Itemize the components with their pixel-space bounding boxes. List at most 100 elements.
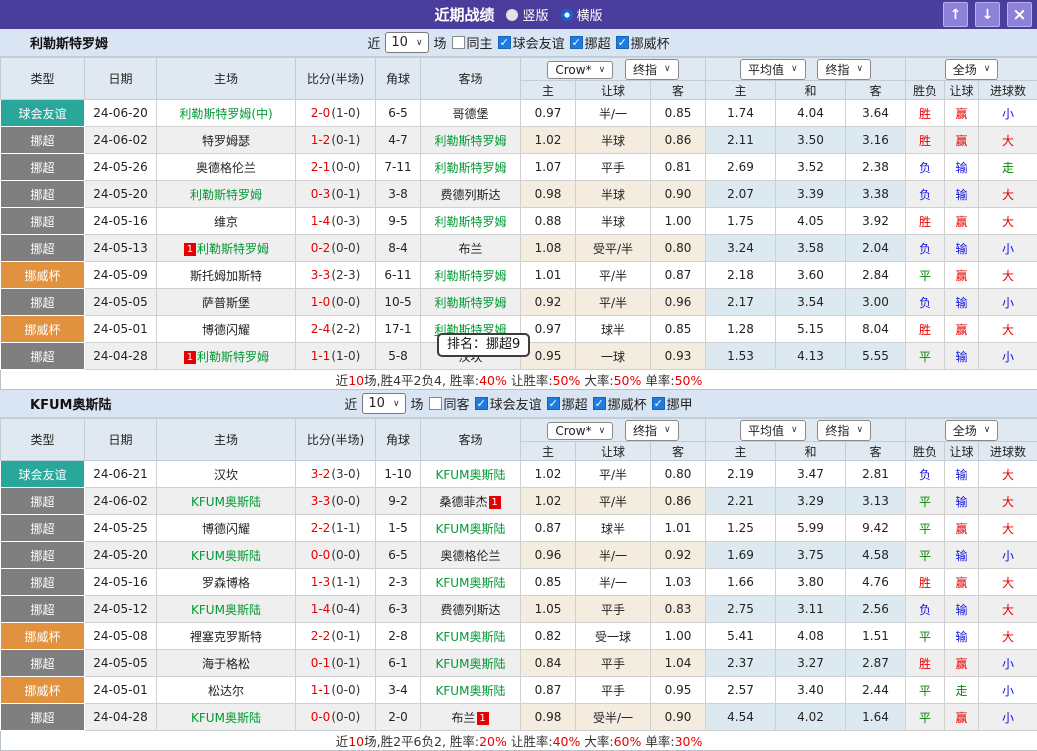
match-date-cell: 24-05-05 xyxy=(85,650,157,677)
halftime-score: (3-0) xyxy=(331,467,360,481)
result-handicap: 赢 xyxy=(945,208,979,235)
avg-away-odds: 2.38 xyxy=(846,154,906,181)
away-team-name[interactable]: 费德列斯达 xyxy=(440,603,500,617)
home-team-name[interactable]: KFUM奥斯陆 xyxy=(191,603,261,617)
move-up-button[interactable]: ↑ xyxy=(943,2,968,27)
away-team-name[interactable]: KFUM奥斯陆 xyxy=(436,576,506,590)
home-team-name[interactable]: 汉坎 xyxy=(214,468,238,482)
match-type-cell: 挪超 xyxy=(1,542,85,569)
recent-count-select[interactable]: 10∨ xyxy=(385,32,428,53)
away-team-cell: 利勒斯特罗姆 xyxy=(421,127,521,154)
home-team-name[interactable]: 博德闪耀 xyxy=(202,522,250,536)
away-team-name[interactable]: KFUM奥斯陆 xyxy=(436,684,506,698)
result-wdl: 负 xyxy=(906,235,945,262)
handicap-line: 受一球 xyxy=(576,623,651,650)
home-team-name[interactable]: 萨普斯堡 xyxy=(202,296,250,310)
avg-draw-odds: 3.75 xyxy=(776,542,846,569)
away-team-name[interactable]: KFUM奥斯陆 xyxy=(436,522,506,536)
result-goals: 小 xyxy=(979,289,1037,316)
bookmaker-dropdown[interactable]: Crow*∨ xyxy=(547,61,613,79)
away-team-name[interactable]: 奥德格伦兰 xyxy=(440,549,500,563)
odds-stage-dropdown[interactable]: 终指∨ xyxy=(625,59,679,80)
layout-option-vertical[interactable]: 竖版 xyxy=(506,5,548,24)
home-team-name[interactable]: 海于格松 xyxy=(202,657,250,671)
home-team-name[interactable]: KFUM奥斯陆 xyxy=(191,495,261,509)
avg-draw-odds: 3.60 xyxy=(776,262,846,289)
average-dropdown[interactable]: 平均值∨ xyxy=(740,59,806,80)
scope-dropdown[interactable]: 全场∨ xyxy=(945,59,999,80)
home-team-name[interactable]: 利勒斯特罗姆 xyxy=(190,188,262,202)
title-bar: 近期战绩 竖版 横版 ↑ ↓ × xyxy=(0,0,1037,29)
match-type-cell: 挪超 xyxy=(1,515,85,542)
handicap-home-odds: 0.84 xyxy=(521,650,576,677)
home-team-name[interactable]: 利勒斯特罗姆 xyxy=(197,350,269,364)
score-cell: 2-4(2-2) xyxy=(296,316,376,343)
odds-stage-dropdown[interactable]: 终指∨ xyxy=(625,420,679,441)
home-team-name[interactable]: 特罗姆瑟 xyxy=(202,134,250,148)
home-team-name[interactable]: 维京 xyxy=(214,215,238,229)
match-row: 挪超24-05-16罗森博格1-3(1-1)2-3KFUM奥斯陆0.85半/一1… xyxy=(1,569,1037,596)
away-team-name[interactable]: KFUM奥斯陆 xyxy=(436,468,506,482)
result-handicap: 赢 xyxy=(945,316,979,343)
handicap-line: 半球 xyxy=(576,181,651,208)
away-team-name[interactable]: KFUM奥斯陆 xyxy=(436,630,506,644)
match-type-cell: 挪威杯 xyxy=(1,316,85,343)
col-header-date: 日期 xyxy=(85,419,157,461)
match-date-cell: 24-05-16 xyxy=(85,569,157,596)
layout-option-horizontal[interactable]: 横版 xyxy=(561,5,603,24)
home-team-name[interactable]: 博德闪耀 xyxy=(202,323,250,337)
handicap-line: 平/半 xyxy=(576,488,651,515)
away-team-name[interactable]: 利勒斯特罗姆 xyxy=(434,134,506,148)
odds-stage-dropdown[interactable]: 终指∨ xyxy=(817,59,871,80)
match-date-cell: 24-05-01 xyxy=(85,316,157,343)
home-team-name[interactable]: 奥德格伦兰 xyxy=(196,161,256,175)
filter-same-venue[interactable]: 同客 xyxy=(429,394,470,413)
home-team-name[interactable]: 利勒斯特罗姆(中) xyxy=(179,107,272,121)
away-team-name[interactable]: KFUM奥斯陆 xyxy=(436,657,506,671)
scope-dropdown[interactable]: 全场∨ xyxy=(945,420,999,441)
corner-cell: 17-1 xyxy=(376,316,421,343)
odds-stage-dropdown[interactable]: 终指∨ xyxy=(817,420,871,441)
filter-league-1[interactable]: 挪超 xyxy=(570,33,611,52)
col-header-avg-away: 客 xyxy=(846,442,906,461)
close-button[interactable]: × xyxy=(1007,2,1032,27)
match-type-cell: 挪超 xyxy=(1,488,85,515)
filter-league-2[interactable]: 挪威杯 xyxy=(593,394,647,413)
chevron-down-icon: ∨ xyxy=(599,426,606,436)
home-team-name[interactable]: KFUM奥斯陆 xyxy=(191,549,261,563)
page-title: 近期战绩 xyxy=(434,4,494,25)
away-team-name[interactable]: 哥德堡 xyxy=(452,107,488,121)
home-team-name[interactable]: KFUM奥斯陆 xyxy=(191,711,261,725)
away-team-name[interactable]: 布兰 xyxy=(458,242,482,256)
home-team-name[interactable]: 松达尔 xyxy=(208,684,244,698)
away-team-name[interactable]: 利勒斯特罗姆 xyxy=(434,215,506,229)
recent-count-select[interactable]: 10∨ xyxy=(362,393,405,414)
away-team-cell: 奥德格伦兰 xyxy=(421,542,521,569)
bookmaker-dropdown[interactable]: Crow*∨ xyxy=(547,422,613,440)
away-team-name[interactable]: 利勒斯特罗姆 xyxy=(434,161,506,175)
home-team-cell: KFUM奥斯陆 xyxy=(157,596,296,623)
home-team-name[interactable]: 罗森博格 xyxy=(202,576,250,590)
filter-league-0[interactable]: 球会友谊 xyxy=(498,33,565,52)
match-type-cell: 挪超 xyxy=(1,289,85,316)
average-dropdown[interactable]: 平均值∨ xyxy=(740,420,806,441)
col-header-avg-draw: 和 xyxy=(776,81,846,100)
result-goals: 小 xyxy=(979,235,1037,262)
away-team-name[interactable]: 布兰 xyxy=(451,711,475,725)
filter-league-2[interactable]: 挪威杯 xyxy=(616,33,670,52)
filter-same-venue[interactable]: 同主 xyxy=(452,33,493,52)
away-team-name[interactable]: 利勒斯特罗姆 xyxy=(434,269,506,283)
result-goals: 大 xyxy=(979,316,1037,343)
filter-league-3[interactable]: 挪甲 xyxy=(652,394,693,413)
away-team-name[interactable]: 费德列斯达 xyxy=(440,188,500,202)
home-team-name[interactable]: 斯托姆加斯特 xyxy=(190,269,262,283)
handicap-home-odds: 0.87 xyxy=(521,677,576,704)
filter-league-0[interactable]: 球会友谊 xyxy=(475,394,542,413)
filter-league-1[interactable]: 挪超 xyxy=(547,394,588,413)
away-team-name[interactable]: 利勒斯特罗姆 xyxy=(434,296,506,310)
home-team-name[interactable]: 利勒斯特罗姆 xyxy=(197,242,269,256)
avg-away-odds: 9.42 xyxy=(846,515,906,542)
home-team-name[interactable]: 裡塞克罗斯特 xyxy=(190,630,262,644)
away-team-name[interactable]: 桑德菲杰 xyxy=(439,495,487,509)
move-down-button[interactable]: ↓ xyxy=(975,2,1000,27)
